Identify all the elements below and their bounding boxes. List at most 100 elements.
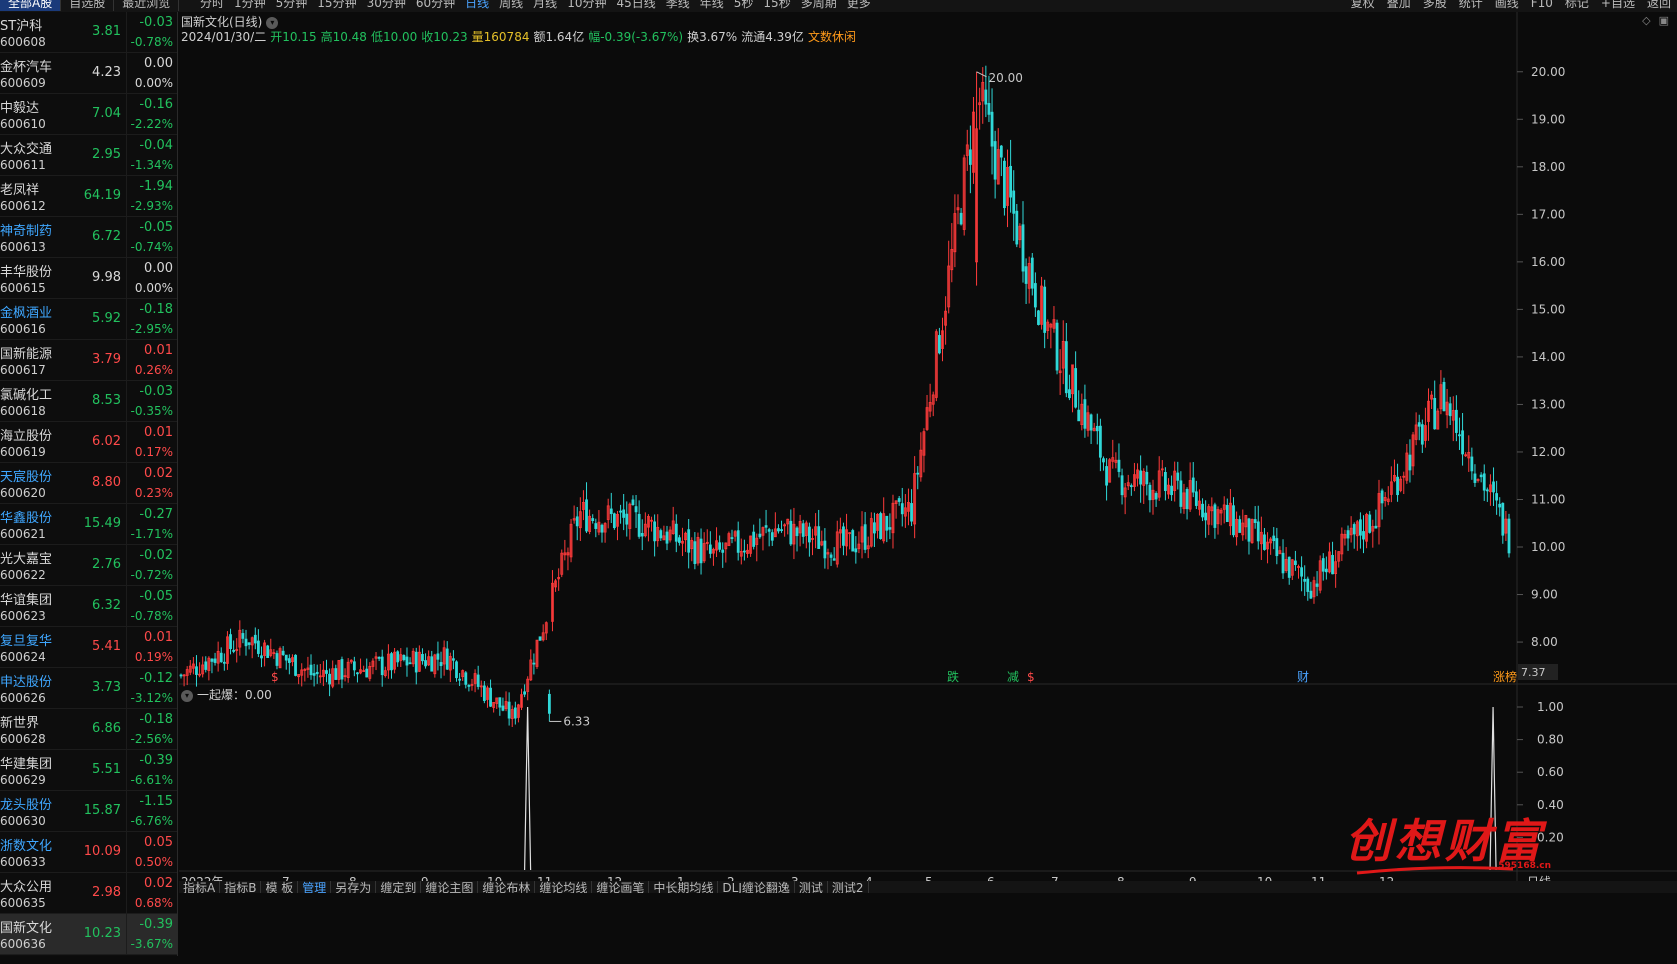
watchlist-row[interactable]: 华建集团 600629 5.51 -0.39 -6.61% <box>0 750 177 791</box>
kline-chart-svg[interactable]: 8.00 9.00 10.00 11.00 12.00 13.00 14.00 15.00 16… <box>179 12 1677 882</box>
indicator-tab[interactable]: 中长期均线 <box>649 881 719 893</box>
period-option[interactable]: 5分钟 <box>276 0 308 11</box>
candle-body <box>1458 434 1461 437</box>
watchlist-row[interactable]: 丰华股份 600615 9.98 0.00 0.00% <box>0 258 177 299</box>
event-marker[interactable]: 减 <box>1007 671 1019 683</box>
period-option[interactable]: 周线 <box>499 0 523 11</box>
watchlist-row[interactable]: 金杯汽车 600609 4.23 0.00 0.00% <box>0 53 177 94</box>
period-option[interactable]: 15分钟 <box>317 0 356 11</box>
watchlist-row[interactable]: ST沪科 600608 3.81 -0.03 -0.78% <box>0 12 177 53</box>
indicator-tab[interactable]: 缠论均线 <box>535 881 593 893</box>
indicator-tab[interactable]: 缠论画笔 <box>592 881 650 893</box>
indicator-tab[interactable]: 指标B <box>220 881 262 893</box>
watchlist-row[interactable]: 神奇制药 600613 6.72 -0.05 -0.74% <box>0 217 177 258</box>
indicator-tab[interactable]: 另存为 <box>331 881 377 893</box>
event-marker[interactable]: 财 <box>1297 671 1309 683</box>
indicator-tab[interactable]: 测试2 <box>828 881 869 893</box>
indicator-tab[interactable]: 管理 <box>298 881 332 893</box>
event-marker[interactable]: $ <box>1027 671 1035 683</box>
stock-change-pct: -3.12% <box>130 691 173 705</box>
period-option[interactable]: 60分钟 <box>416 0 455 11</box>
watchlist-row[interactable]: 天宸股份 600620 8.80 0.02 0.23% <box>0 463 177 504</box>
chevron-down-icon[interactable]: ▾ <box>181 689 193 702</box>
period-option[interactable]: 分时 <box>200 0 224 11</box>
stock-price: 9.98 <box>92 270 121 285</box>
stock-code: 600620 <box>0 486 46 500</box>
period-option[interactable]: 日线 <box>465 0 489 11</box>
candle-body <box>377 656 381 659</box>
indicator-tab[interactable]: 缠论主图 <box>421 881 479 893</box>
watchlist-row[interactable]: 龙头股份 600630 15.87 -1.15 -6.76% <box>0 791 177 832</box>
indicator-tab[interactable]: 缠定到 <box>376 881 422 893</box>
period-option[interactable]: 15秒 <box>763 0 790 11</box>
period-option[interactable]: 更多 <box>847 0 871 11</box>
stock-change: 0.02 <box>144 466 173 481</box>
y-tick-label: 11.00 <box>1531 492 1565 506</box>
indicator-tab[interactable]: 指标A <box>179 881 221 893</box>
candle-body <box>1055 322 1059 371</box>
period-option[interactable]: 10分钟 <box>567 0 606 11</box>
candle-body <box>309 664 313 676</box>
candle-body <box>938 335 941 354</box>
indicator-tab[interactable]: 模 板 <box>261 881 299 893</box>
event-marker[interactable]: 涨榜 <box>1493 671 1517 683</box>
period-option[interactable]: 30分钟 <box>367 0 406 11</box>
period-option[interactable]: 年线 <box>700 0 724 11</box>
watchlist-row[interactable]: 氯碱化工 600618 8.53 -0.03 -0.35% <box>0 381 177 422</box>
toolbar-button[interactable]: 返回 <box>1647 0 1671 11</box>
watchlist-tab[interactable]: 全部A股 <box>0 0 62 11</box>
watchlist-row[interactable]: 华谊集团 600623 6.32 -0.05 -0.78% <box>0 586 177 627</box>
period-option[interactable]: 多周期 <box>801 0 837 11</box>
stock-name: 光大嘉宝 <box>0 552 53 567</box>
watchlist-row[interactable]: 中毅达 600610 7.04 -0.16 -2.22% <box>0 94 177 135</box>
candle-body <box>634 506 638 513</box>
chevron-down-icon[interactable]: ▾ <box>266 16 279 29</box>
watchlist-tab[interactable]: 自选股 <box>61 0 115 11</box>
info-concept[interactable]: 文数休闲 <box>808 28 856 45</box>
event-marker[interactable]: $ <box>271 671 279 683</box>
diamond-icon[interactable]: ◇ <box>1642 14 1650 27</box>
period-option[interactable]: 5秒 <box>734 0 754 11</box>
watchlist-row[interactable]: 老凤祥 600612 64.19 -1.94 -2.93% <box>0 176 177 217</box>
watchlist-row[interactable]: 大众交通 600611 2.95 -0.04 -1.34% <box>0 135 177 176</box>
column-divider <box>126 299 127 340</box>
toolbar-button[interactable]: 统计 <box>1459 0 1483 11</box>
indicator-tab[interactable]: DLJ缠论翻逸 <box>718 881 795 893</box>
toolbar-button[interactable]: +自选 <box>1601 0 1635 11</box>
toolbar-button[interactable]: 多股 <box>1423 0 1447 11</box>
toolbar-button[interactable]: 标记 <box>1565 0 1589 11</box>
watchlist-row[interactable]: 浙数文化 600633 10.09 0.05 0.50% <box>0 832 177 873</box>
watchlist-row[interactable]: 国新能源 600617 3.79 0.01 0.26% <box>0 340 177 381</box>
indicator-tab[interactable]: 测试 <box>795 881 828 893</box>
watchlist-row[interactable]: 华鑫股份 600621 15.49 -0.27 -1.71% <box>0 504 177 545</box>
watchlist-row[interactable]: 海立股份 600619 6.02 0.01 0.17% <box>0 422 177 463</box>
period-option[interactable]: 1分钟 <box>234 0 266 11</box>
period-option[interactable]: 月线 <box>533 0 557 11</box>
toolbar-button[interactable]: F10 <box>1531 0 1553 11</box>
column-divider <box>126 791 127 832</box>
watchlist-row[interactable]: 光大嘉宝 600622 2.76 -0.02 -0.72% <box>0 545 177 586</box>
sub-indicator-name: 一起爆 <box>197 688 234 702</box>
window-icon[interactable]: ▣ <box>1659 14 1669 27</box>
candle-body <box>1003 160 1006 209</box>
toolbar-button[interactable]: 叠加 <box>1387 0 1411 11</box>
watchlist-row[interactable]: 复旦复华 600624 5.41 0.01 0.19% <box>0 627 177 668</box>
info-high: 高10.48 <box>320 30 367 44</box>
period-option[interactable]: 45日线 <box>616 0 655 11</box>
column-divider <box>126 258 127 299</box>
watchlist-tab[interactable]: 最近浏览 <box>114 0 180 11</box>
watchlist-row[interactable]: 新世界 600628 6.86 -0.18 -2.56% <box>0 709 177 750</box>
stock-change: -0.02 <box>139 548 173 563</box>
watchlist-row[interactable]: 大众公用 600635 2.98 0.02 0.68% <box>0 873 177 914</box>
event-marker[interactable]: 跌 <box>947 671 959 683</box>
toolbar-button[interactable]: 复权 <box>1351 0 1375 11</box>
stock-code: 600635 <box>0 896 46 910</box>
watchlist-row[interactable]: 金枫酒业 600616 5.92 -0.18 -2.95% <box>0 299 177 340</box>
watchlist-row[interactable]: 申达股份 600626 3.73 -0.12 -3.12% <box>0 668 177 709</box>
stock-price: 5.92 <box>92 311 121 326</box>
toolbar-button[interactable]: 画线 <box>1495 0 1519 11</box>
period-option[interactable]: 季线 <box>666 0 690 11</box>
watchlist-row[interactable]: 国新文化 600636 10.23 -0.39 -3.67% <box>0 914 177 955</box>
candle-body <box>1408 454 1412 471</box>
indicator-tab[interactable]: 缠论布林 <box>478 881 536 893</box>
